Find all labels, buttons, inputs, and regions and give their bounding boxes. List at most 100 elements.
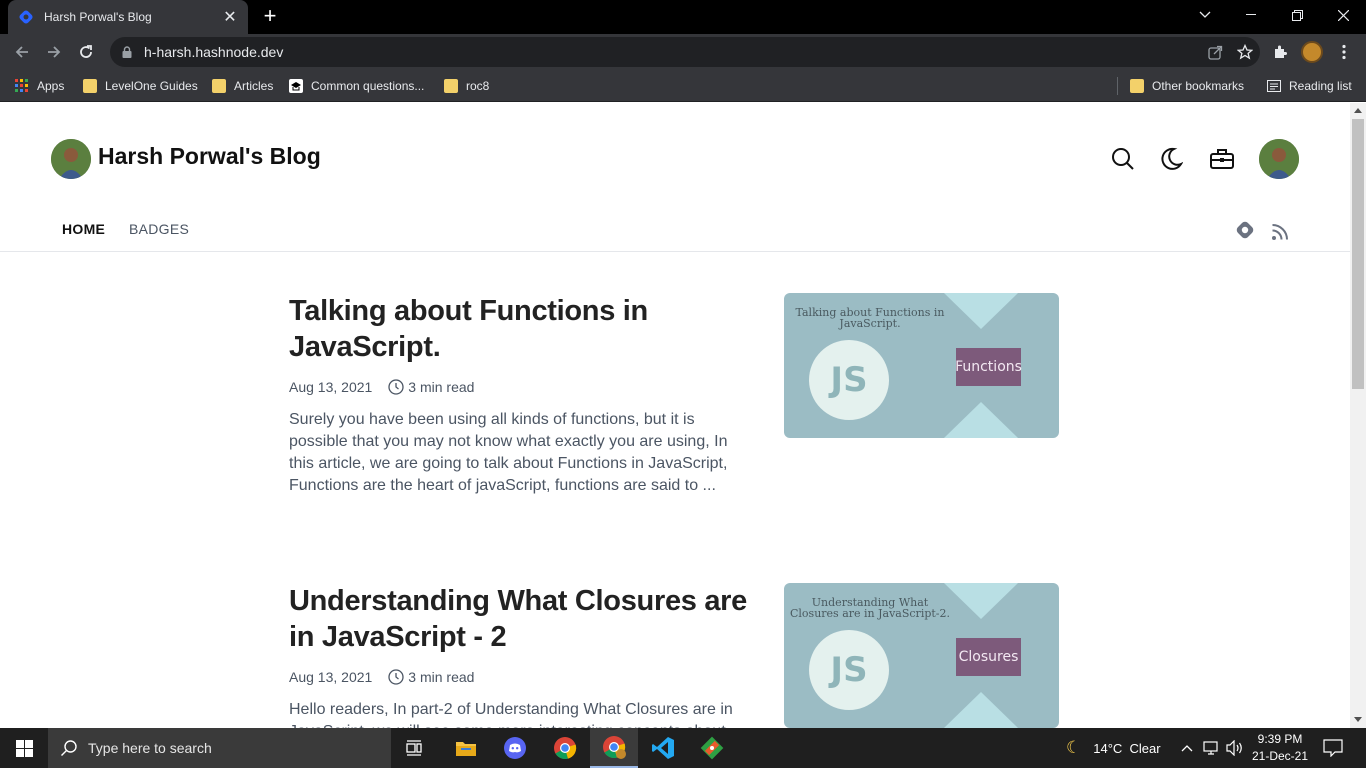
post-date: Aug 13, 2021 (289, 379, 373, 395)
back-button[interactable] (8, 38, 36, 66)
other-bookmarks[interactable]: Other bookmarks (1130, 76, 1244, 96)
bookmark-levelone-guides[interactable]: LevelOne Guides (83, 76, 198, 96)
post-thumbnail[interactable]: Understanding What Closures are in JavaS… (784, 583, 1059, 728)
show-hidden-icons-icon[interactable] (1181, 728, 1193, 768)
bookmark-label: Apps (37, 79, 65, 93)
minimize-button[interactable] (1228, 0, 1274, 30)
folder-icon (212, 79, 226, 93)
file-explorer-icon[interactable] (442, 728, 490, 768)
js-logo: JS (809, 340, 889, 420)
js-logo: JS (809, 630, 889, 710)
bookmark-common-questions[interactable]: Common questions... (289, 76, 424, 96)
taskbar-search-placeholder: Type here to search (88, 740, 212, 756)
post-meta: Aug 13, 2021 3 min read (289, 379, 749, 395)
post-excerpt[interactable]: Hello readers, In part-2 of Understandin… (289, 699, 749, 728)
chrome-menu-icon[interactable] (1330, 38, 1358, 66)
post-title[interactable]: Understanding What Closures are in JavaS… (289, 583, 749, 655)
scroll-up-icon[interactable] (1354, 108, 1362, 113)
bookmark-apps[interactable]: Apps (15, 76, 64, 96)
thumb-decoration (944, 402, 1018, 438)
git-kraken-icon[interactable] (688, 728, 736, 768)
weather-text: 14°C Clear (1093, 740, 1161, 756)
rss-icon[interactable] (1271, 222, 1290, 246)
clock-time: 9:39 PM (1257, 732, 1303, 746)
task-view-icon[interactable] (392, 728, 440, 768)
scrollbar-thumb[interactable] (1352, 119, 1364, 389)
share-icon[interactable] (1200, 45, 1230, 60)
user-avatar[interactable] (1259, 139, 1299, 179)
reading-list-icon (1267, 80, 1281, 92)
thumb-decoration (944, 583, 1018, 619)
scroll-down-icon[interactable] (1354, 717, 1362, 722)
folder-icon (83, 79, 97, 93)
windows-logo-icon (15, 739, 33, 757)
blog-title[interactable]: Harsh Porwal's Blog (98, 143, 321, 170)
post-thumbnail[interactable]: Talking about Functions in JavaScript. J… (784, 293, 1059, 438)
browser-tab[interactable]: Harsh Porwal's Blog ✕ (8, 0, 248, 34)
new-tab-button[interactable]: + (258, 4, 282, 28)
other-bookmarks-label: Other bookmarks (1152, 79, 1245, 93)
browser-tabstrip: Harsh Porwal's Blog ✕ + (0, 0, 1366, 34)
profile-avatar[interactable] (1298, 38, 1326, 66)
bookmark-label: roc8 (466, 79, 490, 93)
moon-icon: ☾ (1066, 738, 1082, 757)
volume-icon[interactable] (1226, 728, 1244, 768)
lock-icon[interactable] (122, 46, 132, 58)
discord-icon[interactable] (491, 728, 539, 768)
extensions-icon[interactable] (1266, 38, 1294, 66)
bookmark-label: LevelOne Guides (105, 79, 198, 93)
taskbar-clock[interactable]: 9:39 PM 21-Dec-21 (1248, 731, 1312, 765)
clock-icon (388, 669, 404, 685)
reading-list[interactable]: Reading list (1267, 76, 1352, 96)
chrome-profile-icon[interactable] (590, 728, 638, 768)
thumb-tag: Closures (956, 638, 1021, 676)
url-text: h-harsh.hashnode.dev (144, 44, 284, 60)
start-button[interactable] (0, 728, 48, 768)
blog-nav: HOME BADGES (0, 213, 1350, 252)
blog-page: Harsh Porwal's Blog HOME BADGES Talking … (0, 103, 1350, 728)
taskbar-search-box[interactable]: Type here to search (48, 728, 391, 768)
nav-badges[interactable]: BADGES (129, 221, 189, 237)
bookmarks-bar: Apps LevelOne Guides Articles Common que… (0, 70, 1366, 102)
windows-taskbar: Type here to search ☾ 14°C Clear 9:39 PM… (0, 728, 1366, 768)
thumb-decoration (944, 692, 1018, 728)
tab-close-icon[interactable]: ✕ (222, 7, 238, 27)
post-card[interactable]: Understanding What Closures are in JavaS… (289, 583, 749, 728)
vscode-icon[interactable] (639, 728, 687, 768)
hashnode-logo-icon[interactable] (1235, 220, 1255, 245)
bookmark-roc8[interactable]: roc8 (444, 76, 489, 96)
site-icon (289, 79, 303, 93)
search-icon[interactable] (1109, 145, 1137, 173)
chrome-icon[interactable] (541, 728, 589, 768)
bookmark-star-icon[interactable] (1230, 44, 1260, 60)
close-window-button[interactable] (1320, 0, 1366, 30)
thumb-caption: Talking about Functions in JavaScript. (795, 306, 945, 330)
reading-list-label: Reading list (1289, 79, 1352, 93)
bookmark-articles[interactable]: Articles (212, 76, 273, 96)
folder-icon (1130, 79, 1144, 93)
clock-icon (388, 379, 404, 395)
address-bar[interactable]: h-harsh.hashnode.dev (110, 37, 1260, 67)
dark-mode-moon-icon[interactable] (1157, 145, 1185, 173)
restore-button[interactable] (1274, 0, 1320, 30)
weather-widget[interactable]: ☾ 14°C Clear (1066, 728, 1161, 768)
post-meta: Aug 13, 2021 3 min read (289, 669, 749, 685)
page-scrollbar[interactable] (1350, 103, 1366, 728)
search-icon (61, 740, 77, 756)
post-read-time: 3 min read (408, 669, 475, 685)
nav-home[interactable]: HOME (62, 221, 105, 237)
blog-avatar[interactable] (51, 139, 91, 179)
post-excerpt[interactable]: Surely you have been using all kinds of … (289, 409, 749, 497)
thumb-decoration (944, 293, 1018, 329)
notifications-icon[interactable] (1323, 728, 1343, 768)
network-icon[interactable] (1203, 728, 1221, 768)
post-card[interactable]: Talking about Functions in JavaScript. A… (289, 293, 749, 497)
post-title[interactable]: Talking about Functions in JavaScript. (289, 293, 749, 365)
forward-button[interactable] (40, 38, 68, 66)
hashnode-favicon-icon (19, 10, 33, 24)
tab-search-icon[interactable] (1182, 0, 1228, 30)
toolbox-icon[interactable] (1208, 145, 1236, 173)
post-date: Aug 13, 2021 (289, 669, 373, 685)
folder-icon (444, 79, 458, 93)
reload-button[interactable] (72, 38, 100, 66)
